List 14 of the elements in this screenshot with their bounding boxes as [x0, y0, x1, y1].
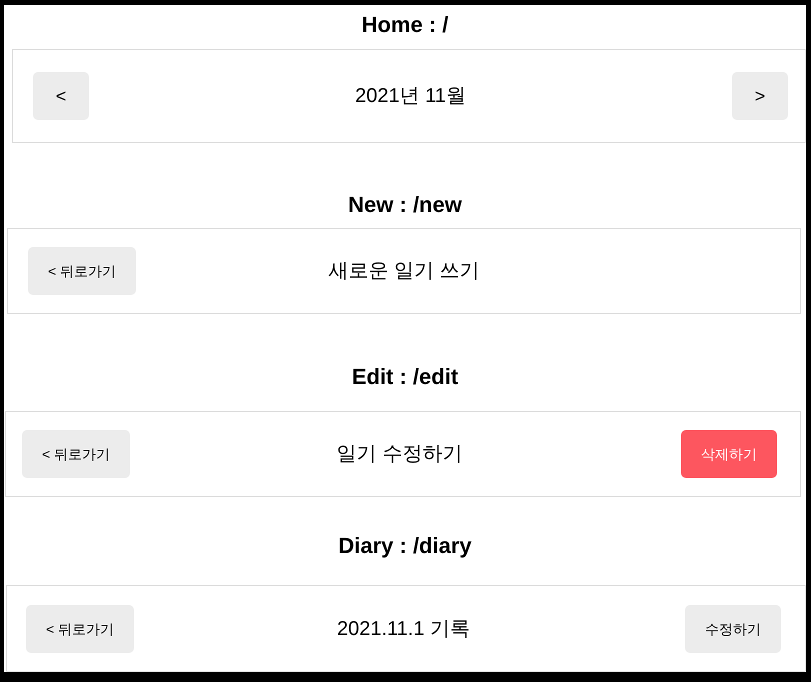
next-button[interactable]: >	[732, 72, 788, 120]
prev-button[interactable]: <	[33, 72, 89, 120]
section-heading: Diary : /diary	[338, 532, 472, 560]
edit-button[interactable]: 수정하기	[685, 604, 782, 652]
section-heading: Edit : /edit	[352, 363, 458, 391]
header-title: 일기 수정하기	[336, 442, 462, 467]
section-heading: New : /new	[348, 191, 462, 219]
back-button[interactable]: < 뒤로가기	[26, 604, 134, 652]
header-title: 2021.11.1 기록	[336, 616, 470, 642]
back-button[interactable]: < 뒤로가기	[28, 247, 136, 295]
section-heading: Home : /	[362, 11, 448, 39]
back-button[interactable]: < 뒤로가기	[22, 430, 130, 478]
header-title: 2021년 11월	[355, 84, 466, 109]
header-title: 새로운 일기 쓰기	[328, 259, 480, 284]
